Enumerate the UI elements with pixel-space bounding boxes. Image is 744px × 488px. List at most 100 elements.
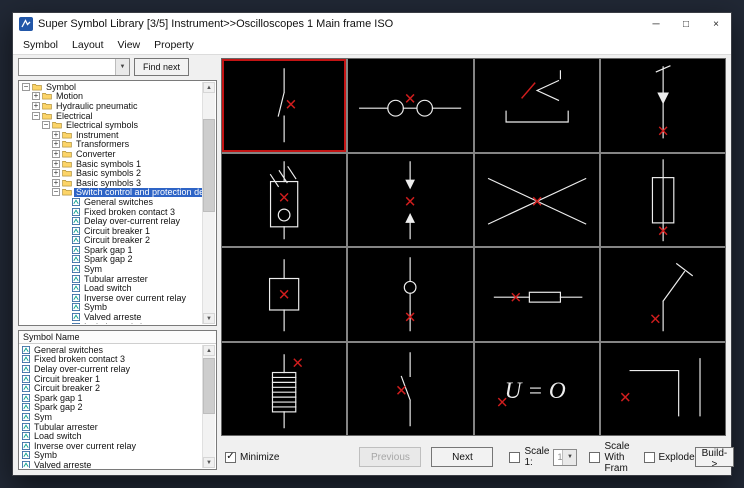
tree-item-basic-symbols-3[interactable]: +Basic symbols 3 [20,178,202,188]
list-item-general-switches[interactable]: General switches [20,345,202,355]
scale-value-combo[interactable]: 1 ▼ [553,449,577,466]
menu-item-view[interactable]: View [111,37,148,53]
symbol-tile-4[interactable] [601,59,725,152]
collapse-icon[interactable]: − [22,83,30,91]
tree-item-transformers[interactable]: +Transformers [20,140,202,150]
previous-button[interactable]: Previous [359,447,421,467]
expand-icon[interactable]: + [32,102,40,110]
menu-item-property[interactable]: Property [147,37,201,53]
tree-item-sym[interactable]: Sym [20,264,202,274]
expand-icon[interactable]: + [52,169,60,177]
tree-item-fixed-broken-contact-3[interactable]: Fixed broken contact 3 [20,207,202,217]
symbol-tile-11[interactable] [475,248,599,341]
scroll-down-icon[interactable]: ▼ [203,313,215,324]
scale-checkbox[interactable]: Scale 1: [509,446,549,468]
symbol-tile-13[interactable] [222,343,346,436]
list-item-fixed-broken-contact-3[interactable]: Fixed broken contact 3 [20,355,202,365]
search-combo[interactable]: ▼ [18,58,130,76]
explode-checkbox-box[interactable] [644,452,655,463]
scrollbar-thumb[interactable] [203,358,215,414]
list-item-load-switch[interactable]: Load switch [20,431,202,441]
symbol-tile-10[interactable] [348,248,472,341]
tree-item-symb[interactable]: Symb [20,303,202,313]
expand-icon[interactable]: + [52,131,60,139]
tree-item-basic-symbols-2[interactable]: +Basic symbols 2 [20,168,202,178]
symbol-tile-8[interactable] [601,154,725,247]
tree-item-delay-over-current-relay[interactable]: Delay over-current relay [20,216,202,226]
symbol-tile-7[interactable] [475,154,599,247]
explode-checkbox[interactable]: Explode [644,452,695,463]
symbol-tile-5[interactable] [222,154,346,247]
tree-scroll-track[interactable] [203,93,215,313]
expand-icon[interactable]: + [52,150,60,158]
menu-item-symbol[interactable]: Symbol [16,37,65,53]
scroll-up-icon[interactable]: ▲ [203,345,215,356]
tree-item-motion[interactable]: +Motion [20,92,202,102]
collapse-icon[interactable]: − [42,121,50,129]
list-item-delay-over-current-relay[interactable]: Delay over-current relay [20,364,202,374]
symbol-tile-1[interactable] [222,59,346,152]
symbol-tile-16[interactable] [601,343,725,436]
expand-icon[interactable]: + [32,92,40,100]
tree-item-instrument[interactable]: +Instrument [20,130,202,140]
maximize-window-button[interactable]: □ [671,13,701,35]
close-window-button[interactable]: × [701,13,731,35]
symbol-tile-6[interactable] [348,154,472,247]
list-item-sym[interactable]: Sym [20,412,202,422]
scrollbar-thumb[interactable] [203,119,215,211]
tree-item-valved-arreste[interactable]: Valved arreste [20,312,202,322]
tree-item-converter[interactable]: +Converter [20,149,202,159]
list-item-tubular-arrester[interactable]: Tubular arrester [20,422,202,432]
tree-item-symbol[interactable]: −Symbol [20,82,202,92]
scroll-down-icon[interactable]: ▼ [203,457,215,468]
minimize-checkbox-box[interactable] [225,452,236,463]
scale-with-frame-checkbox-box[interactable] [589,452,600,463]
scroll-up-icon[interactable]: ▲ [203,82,215,93]
list-item-circuit-breaker-2[interactable]: Circuit breaker 2 [20,383,202,393]
scale-checkbox-box[interactable] [509,452,520,463]
next-button[interactable]: Next [431,447,493,467]
tree-item-circuit-breaker-1[interactable]: Circuit breaker 1 [20,226,202,236]
tree-item-electrical[interactable]: −Electrical [20,111,202,121]
collapse-icon[interactable]: − [52,188,60,196]
symbol-tile-12[interactable] [601,248,725,341]
tree-item-circuit-breaker-2[interactable]: Circuit breaker 2 [20,236,202,246]
tree-item-load-switch[interactable]: Load switch [20,283,202,293]
symbol-tile-15[interactable]: U = O [475,343,599,436]
minimize-window-button[interactable]: ─ [641,13,671,35]
minimize-checkbox[interactable]: Minimize [225,452,279,463]
tree-scrollbar[interactable]: ▲ ▼ [202,82,215,324]
tree-item-general-switches[interactable]: General switches [20,197,202,207]
expand-icon[interactable]: + [52,179,60,187]
tree-item-inverse-over-current-relay[interactable]: Inverse over current relay [20,293,202,303]
symbol-tile-3[interactable] [475,59,599,152]
menu-item-layout[interactable]: Layout [65,37,111,53]
find-next-button[interactable]: Find next [134,58,189,76]
tree-item-isolating-switch[interactable]: Isolating switch [20,322,202,324]
tree-item-spark-gap-2[interactable]: Spark gap 2 [20,255,202,265]
list-item-spark-gap-2[interactable]: Spark gap 2 [20,403,202,413]
symbol-tile-9[interactable] [222,248,346,341]
tree-item-electrical-symbols[interactable]: −Electrical symbols [20,120,202,130]
list-item-symb[interactable]: Symb [20,451,202,461]
collapse-icon[interactable]: − [32,112,40,120]
tree-item-basic-symbols-1[interactable]: +Basic symbols 1 [20,159,202,169]
list-item-valved-arreste[interactable]: Valved arreste [20,460,202,468]
tree-item-spark-gap-1[interactable]: Spark gap 1 [20,245,202,255]
list-scroll-track[interactable] [203,356,215,457]
symbol-tile-2[interactable] [348,59,472,152]
scale-combo-dropdown-icon[interactable]: ▼ [562,450,576,465]
build-button[interactable]: Build-> [695,447,735,467]
expand-icon[interactable]: + [52,140,60,148]
list-scrollbar[interactable]: ▲ ▼ [202,345,215,468]
list-item-circuit-breaker-1[interactable]: Circuit breaker 1 [20,374,202,384]
scale-with-frame-checkbox[interactable]: Scale With Fram [589,441,629,474]
tree-item-tubular-arrester[interactable]: Tubular arrester [20,274,202,284]
list-item-spark-gap-1[interactable]: Spark gap 1 [20,393,202,403]
combo-dropdown-icon[interactable]: ▼ [115,59,129,75]
symbol-tile-14[interactable] [348,343,472,436]
tree-item-switch-control-and-protection-devices[interactable]: −Switch control and protection devices [20,188,202,198]
list-item-inverse-over-current-relay[interactable]: Inverse over current relay [20,441,202,451]
tree-item-hydraulic-pneumatic[interactable]: +Hydraulic pneumatic [20,101,202,111]
symbol-name-column-header[interactable]: Symbol Name [19,331,216,344]
